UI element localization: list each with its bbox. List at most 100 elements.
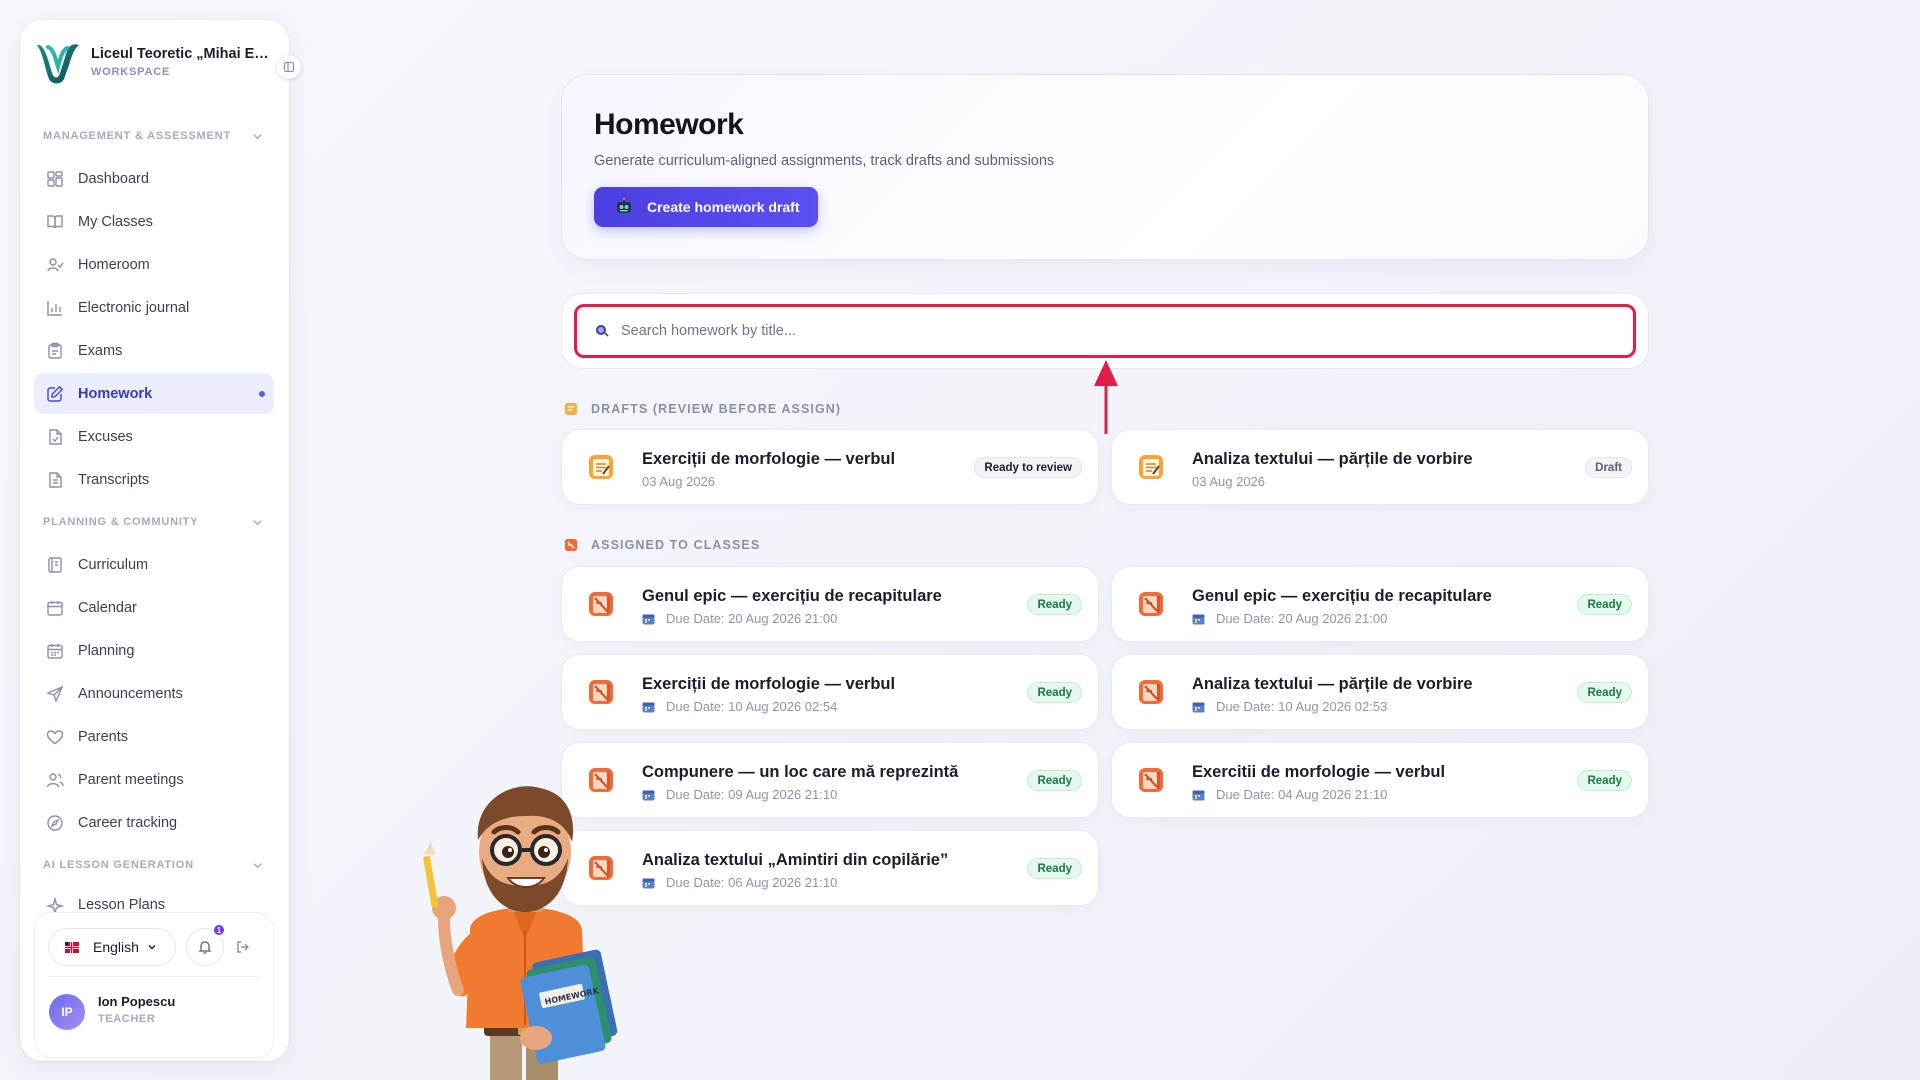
homework-title: Compunere — un loc care mă reprezintă — [642, 763, 959, 781]
notepad-icon — [589, 455, 613, 479]
status-badge: Ready — [1577, 770, 1632, 791]
sidebar-item-electronic-journal[interactable]: Electronic journal — [34, 287, 274, 328]
assignment-book-icon — [589, 592, 613, 616]
language-select[interactable]: English — [48, 928, 176, 966]
homework-title: Genul epic — exercițiu de recapitulare — [1192, 587, 1492, 605]
sidebar-item-exams[interactable]: Exams — [34, 330, 274, 371]
file-check-icon — [49, 428, 62, 445]
due-date-text: Due Date: 06 Aug 2026 21:10 — [666, 875, 838, 890]
calendar-icon — [642, 614, 655, 624]
status-badge: Ready to review — [974, 457, 1082, 478]
robot-icon — [617, 197, 631, 213]
homework-title: Analiza textului „Amintiri din copilărie… — [642, 851, 949, 869]
edit-icon — [47, 385, 64, 402]
sidebar-item-curriculum[interactable]: Curriculum — [34, 544, 274, 585]
section-planning[interactable]: PLANNING & COMMUNITY — [20, 502, 289, 542]
draft-card[interactable]: Analiza textului — părțile de vorbire 03… — [1112, 430, 1648, 504]
sidebar-item-my-classes[interactable]: My Classes — [34, 201, 274, 242]
draft-date: 03 Aug 2026 — [642, 474, 716, 489]
workspace-brand[interactable]: Liceul Teoretic „Mihai Eminescu” WORKSPA… — [34, 36, 280, 88]
homework-card[interactable]: Exercitii de morfologie — verbul Due Date… — [1112, 743, 1648, 817]
sidebar-item-transcripts[interactable]: Transcripts — [34, 459, 274, 500]
due-date-text: Due Date: 10 Aug 2026 02:54 — [666, 699, 838, 714]
due-date-text: Due Date: 04 Aug 2026 21:10 — [1216, 787, 1388, 802]
sidebar-collapse-button[interactable] — [277, 55, 301, 79]
sidebar-item-planning[interactable]: Planning — [34, 630, 274, 671]
assignment-book-icon — [1139, 592, 1163, 616]
workspace-label: WORKSPACE — [91, 66, 171, 78]
sidebar-item-career-tracking[interactable]: Career tracking — [34, 802, 274, 843]
sidebar-item-excuses[interactable]: Excuses — [34, 416, 274, 457]
homework-due-date: Due Date: 04 Aug 2026 21:10 — [1192, 787, 1387, 802]
workspace-name: Liceul Teoretic „Mihai Eminescu” — [91, 46, 277, 62]
homework-card[interactable]: Analiza textului — părțile de vorbire Due… — [1112, 655, 1648, 729]
status-badge: Ready — [1577, 682, 1632, 703]
active-indicator — [259, 391, 265, 397]
due-date-text: Due Date: 20 Aug 2026 21:00 — [666, 611, 838, 626]
homework-card[interactable]: Exerciții de morfologie — verbul Due Date… — [562, 655, 1098, 729]
send-icon — [46, 685, 64, 703]
sidebar-item-homeroom[interactable]: Homeroom — [34, 244, 274, 285]
clipboard-icon — [48, 342, 62, 359]
bar-chart-icon — [47, 300, 62, 316]
draft-card[interactable]: Exerciții de morfologie — verbul 03 Aug … — [562, 430, 1098, 504]
create-homework-draft-button[interactable]: Create homework draft — [594, 187, 818, 227]
flag-icon — [65, 941, 79, 953]
sidebar-item-parents[interactable]: Parents — [34, 716, 274, 757]
sidebar-nav[interactable]: MANAGEMENT & ASSESSMENT Dashboard My Cla… — [20, 116, 289, 918]
compass-icon — [47, 814, 63, 831]
homework-due-date: Due Date: 20 Aug 2026 21:00 — [1192, 611, 1387, 626]
chevron-down-icon — [253, 519, 262, 525]
notifications-button[interactable]: 1 — [186, 923, 226, 966]
calendar-grid-icon — [47, 643, 63, 659]
calendar-icon — [1192, 702, 1205, 712]
logout-button[interactable] — [232, 936, 254, 958]
assignment-book-icon — [1139, 680, 1163, 704]
calendar-icon — [1192, 614, 1205, 624]
draft-title: Exerciții de morfologie — verbul — [642, 450, 896, 468]
section-title: MANAGEMENT & ASSESSMENT — [43, 130, 231, 142]
section-ai-lesson[interactable]: AI LESSON GENERATION — [20, 845, 289, 885]
section-title: PLANNING & COMMUNITY — [43, 516, 199, 528]
draft-date: 03 Aug 2026 — [1192, 474, 1266, 489]
homework-card[interactable]: Genul epic — exercițiu de recapitulare Du… — [562, 567, 1098, 641]
user-name: Ion Popescu — [98, 994, 176, 1009]
footer-divider — [48, 976, 260, 977]
sidebar-toggle-icon — [283, 61, 295, 73]
calendar-icon — [1192, 790, 1205, 800]
chevron-down-icon — [253, 862, 262, 868]
status-badge: Ready — [1027, 858, 1082, 879]
avatar[interactable]: IP — [49, 994, 85, 1030]
chevron-down-icon — [253, 133, 262, 139]
sidebar-item-announcements[interactable]: Announcements — [34, 673, 274, 714]
sidebar-item-parent-meetings[interactable]: Parent meetings — [34, 759, 274, 800]
page-header: Homework Generate curriculum-aligned ass… — [562, 75, 1648, 259]
language-label: English — [93, 939, 139, 955]
logout-icon — [237, 941, 249, 953]
homework-due-date: Due Date: 20 Aug 2026 21:00 — [642, 611, 837, 626]
homework-title: Exerciții de morfologie — verbul — [642, 675, 896, 693]
section-management[interactable]: MANAGEMENT & ASSESSMENT — [20, 116, 289, 156]
dashboard-icon — [47, 170, 63, 187]
chevron-down-icon — [148, 945, 156, 950]
search-input[interactable] — [621, 323, 1601, 339]
draft-folder-icon — [565, 403, 577, 415]
homework-card[interactable]: Genul epic — exercițiu de recapitulare Du… — [1112, 567, 1648, 641]
workspace-logo-icon — [37, 44, 79, 84]
file-text-icon — [49, 471, 62, 488]
sidebar-item-dashboard[interactable]: Dashboard — [34, 158, 274, 199]
due-date-text: Due Date: 20 Aug 2026 21:00 — [1216, 611, 1388, 626]
search-field[interactable] — [574, 304, 1636, 358]
search-icon — [596, 325, 609, 337]
pointer-arrow-icon — [1094, 360, 1118, 434]
homework-title: Analiza textului — părțile de vorbire — [1192, 675, 1473, 693]
assigned-section-label: ASSIGNED TO CLASSES — [564, 538, 760, 552]
sidebar-item-homework[interactable]: Homework — [34, 373, 274, 414]
status-badge: Draft — [1585, 457, 1632, 478]
search-panel — [562, 294, 1648, 368]
notepad-icon — [1139, 455, 1163, 479]
homework-due-date: Due Date: 10 Aug 2026 02:53 — [1192, 699, 1387, 714]
users-icon — [47, 257, 64, 271]
sidebar-item-calendar[interactable]: Calendar — [34, 587, 274, 628]
create-homework-draft-label: Create homework draft — [647, 199, 800, 215]
